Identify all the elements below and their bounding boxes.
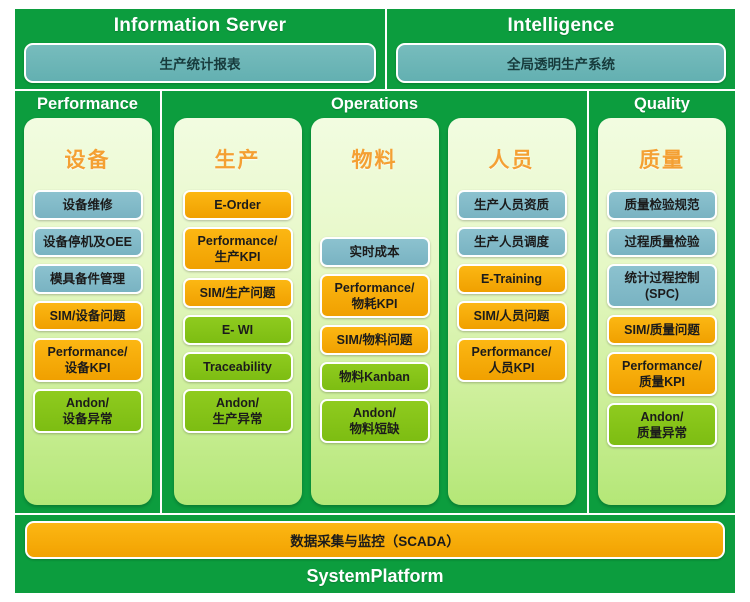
panel-production-title: 生产 <box>214 149 261 172</box>
card-quality-1[interactable]: 过程质量检验 <box>607 227 717 257</box>
band-performance-body: 设备 设备维修 设备停机及OEE 模具备件管理 SIM/设备问题 Perform <box>15 118 160 513</box>
card-production-2[interactable]: SIM/生产问题 <box>182 278 293 308</box>
scada-bar[interactable]: 数据采集与监控（SCADA） <box>25 521 725 559</box>
panel-equipment: 设备 设备维修 设备停机及OEE 模具备件管理 SIM/设备问题 Perform <box>23 118 152 505</box>
card-line1: Performance/ <box>334 281 415 295</box>
card-quality-5[interactable]: Andon/ 质量异常 <box>607 403 717 447</box>
panel-quality-title: 质量 <box>639 149 685 172</box>
card-line1: 统计过程控制 <box>624 271 700 285</box>
card-line1: Performance/ <box>471 345 552 359</box>
panel-equipment-title: 设备 <box>64 149 111 172</box>
card-personnel-1[interactable]: 生产人员调度 <box>456 227 567 257</box>
card-line1: 实时成本 <box>349 245 400 259</box>
card-line1: E- WI <box>221 323 254 337</box>
card-line2: 物耗KPI <box>351 297 398 311</box>
panel-production: 生产 E-Order Performance/ 生产KPI SIM/生产问题 E… <box>173 118 302 505</box>
card-line1: Traceability <box>203 360 272 374</box>
card-material-0[interactable]: 实时成本 <box>319 237 430 267</box>
system-platform-label: SystemPlatform <box>306 566 444 586</box>
card-line1: 生产人员调度 <box>473 235 549 249</box>
card-production-5[interactable]: Andon/ 生产异常 <box>182 389 293 433</box>
card-line1: SIM/设备问题 <box>49 309 126 323</box>
card-line1: SIM/物料问题 <box>336 333 413 347</box>
information-server-item[interactable]: 生产统计报表 <box>24 43 376 83</box>
bottom-layer: 数据采集与监控（SCADA） SystemPlatform <box>14 514 736 594</box>
section-intelligence: Intelligence 全局透明生产系统 <box>386 8 736 90</box>
card-line1: Andon/ <box>352 406 397 420</box>
middle-layer-row: Performance 设备 设备维修 设备停机及OEE 模具备件管理 SIM/… <box>14 90 736 514</box>
card-quality-0[interactable]: 质量检验规范 <box>607 190 717 220</box>
band-operations-body: 生产 E-Order Performance/ 生产KPI SIM/生产问题 E… <box>162 118 587 513</box>
card-line1: 质量检验规范 <box>624 198 700 212</box>
card-material-1[interactable]: Performance/ 物耗KPI <box>319 274 430 318</box>
card-quality-3[interactable]: SIM/质量问题 <box>607 315 717 345</box>
card-production-1[interactable]: Performance/ 生产KPI <box>182 227 293 271</box>
card-personnel-4[interactable]: Performance/ 人员KPI <box>456 338 567 382</box>
card-line1: Andon/ <box>65 396 110 410</box>
card-line1: Performance/ <box>47 345 128 359</box>
card-line1: Performance/ <box>622 359 702 373</box>
panel-personnel: 人员 生产人员资质 生产人员调度 E-Training SIM/人员问题 Per <box>447 118 576 505</box>
card-personnel-0[interactable]: 生产人员资质 <box>456 190 567 220</box>
card-line1: 物料Kanban <box>339 370 410 384</box>
panel-quality: 质量 质量检验规范 过程质量检验 统计过程控制 (SPC) SIM/质量问题 P… <box>598 118 726 505</box>
card-line1: 过程质量检验 <box>624 235 700 249</box>
card-production-4[interactable]: Traceability <box>182 352 293 382</box>
card-equipment-2[interactable]: 模具备件管理 <box>32 264 143 294</box>
card-quality-4[interactable]: Performance/ 质量KPI <box>607 352 717 396</box>
band-quality-body: 质量 质量检验规范 过程质量检验 统计过程控制 (SPC) SIM/质量问题 P… <box>589 118 735 513</box>
top-layer-row: Information Server 生产统计报表 Intelligence 全… <box>14 8 736 90</box>
band-performance-title: Performance <box>37 95 138 113</box>
band-quality-title: Quality <box>634 95 690 113</box>
band-quality: Quality 质量 质量检验规范 过程质量检验 统计过程控制 (SPC) SI… <box>588 90 736 514</box>
intelligence-title: Intelligence <box>507 15 615 36</box>
card-equipment-3[interactable]: SIM/设备问题 <box>32 301 143 331</box>
card-line2: 物料短缺 <box>349 422 400 436</box>
card-personnel-3[interactable]: SIM/人员问题 <box>456 301 567 331</box>
card-line2: 设备异常 <box>62 412 113 426</box>
card-line1: Andon/ <box>215 396 260 410</box>
card-line1: SIM/质量问题 <box>624 323 700 337</box>
card-production-3[interactable]: E- WI <box>182 315 293 345</box>
section-information-server: Information Server 生产统计报表 <box>14 8 386 90</box>
card-line2: (SPC) <box>644 287 680 301</box>
card-production-0[interactable]: E-Order <box>182 190 293 220</box>
card-personnel-2[interactable]: E-Training <box>456 264 567 294</box>
card-line2: 生产KPI <box>214 250 261 264</box>
card-line1: 模具备件管理 <box>49 272 125 286</box>
card-line2: 设备KPI <box>64 361 111 375</box>
band-operations-title: Operations <box>330 95 419 113</box>
card-line1: SIM/人员问题 <box>473 309 550 323</box>
card-equipment-1[interactable]: 设备停机及OEE <box>32 227 143 257</box>
panel-personnel-title: 人员 <box>488 149 535 172</box>
card-equipment-5[interactable]: Andon/ 设备异常 <box>32 389 143 433</box>
card-line1: SIM/生产问题 <box>199 286 276 300</box>
card-material-4[interactable]: Andon/ 物料短缺 <box>319 399 430 443</box>
band-performance: Performance 设备 设备维修 设备停机及OEE 模具备件管理 SIM/… <box>14 90 161 514</box>
card-line2: 质量异常 <box>636 426 687 440</box>
card-line1: Andon/ <box>640 410 684 424</box>
card-quality-2[interactable]: 统计过程控制 (SPC) <box>607 264 717 308</box>
card-line1: 设备维修 <box>62 198 113 212</box>
card-line1: 设备停机及OEE <box>43 235 132 249</box>
card-line1: 生产人员资质 <box>473 198 549 212</box>
card-material-2[interactable]: SIM/物料问题 <box>319 325 430 355</box>
card-line2: 人员KPI <box>488 361 535 375</box>
information-server-title: Information Server <box>113 15 287 36</box>
band-operations: Operations 生产 E-Order Performance/ 生产KPI… <box>161 90 588 514</box>
panel-material: 物料 实时成本 Performance/ 物耗KPI SIM/物料问题 物料Ka… <box>310 118 439 505</box>
card-line2: 生产异常 <box>212 412 263 426</box>
card-equipment-0[interactable]: 设备维修 <box>32 190 143 220</box>
panel-material-title: 物料 <box>351 149 398 172</box>
card-material-3[interactable]: 物料Kanban <box>319 362 430 392</box>
card-line2: 质量KPI <box>639 375 685 389</box>
card-equipment-4[interactable]: Performance/ 设备KPI <box>32 338 143 382</box>
card-line1: E-Training <box>480 272 543 286</box>
intelligence-item[interactable]: 全局透明生产系统 <box>396 43 726 83</box>
card-line1: Performance/ <box>197 234 278 248</box>
card-line1: E-Order <box>214 198 261 212</box>
mes-architecture-diagram: Information Server 生产统计报表 Intelligence 全… <box>14 8 736 594</box>
